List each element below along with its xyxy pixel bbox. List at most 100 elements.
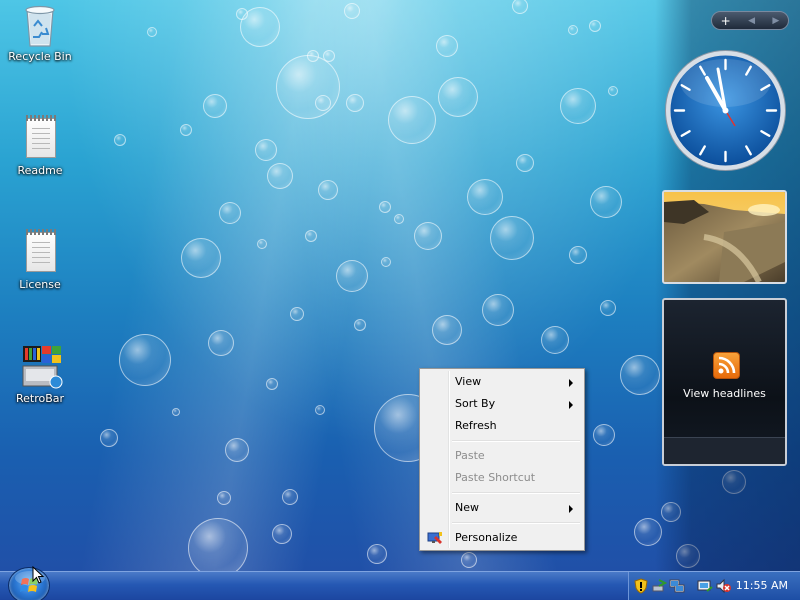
wallpaper-bubble [414,222,442,250]
submenu-arrow-icon [569,379,573,387]
mouse-pointer-icon [32,566,45,584]
text-document-icon [20,115,60,162]
wallpaper-bubble [432,315,462,345]
wallpaper-bubble [490,216,534,260]
wallpaper-bubble [482,294,514,326]
wallpaper-bubble [147,27,157,37]
wallpaper-bubble [203,94,227,118]
menu-item-sort-by[interactable]: Sort By [422,393,582,415]
clock-gadget[interactable] [663,48,788,173]
rss-feed-icon [713,352,740,379]
taskbar: 11:55 AM [0,566,800,600]
wallpaper-bubble [225,438,249,462]
wallpaper-bubble [379,201,391,213]
menu-item-paste-shortcut: Paste Shortcut [422,467,582,489]
security-shield-icon[interactable] [633,578,649,594]
menu-item-label: Personalize [455,531,518,544]
desktop-icon-label: RetroBar [15,392,65,405]
menu-item-label: Paste [455,449,485,462]
wallpaper-bubble [290,307,304,321]
menu-item-view[interactable]: View [422,371,582,393]
recycle-bin-icon [20,2,60,48]
slideshow-gadget[interactable] [662,190,787,284]
wallpaper-bubble [560,88,596,124]
menu-separator [452,489,582,497]
taskbar-clock[interactable]: 11:55 AM [736,579,788,592]
wallpaper-bubble [354,319,366,331]
menu-item-label: View [455,375,482,388]
wallpaper-bubble [318,180,338,200]
wallpaper-bubble [394,214,404,224]
add-gadget-button[interactable]: + [721,15,731,27]
wallpaper-bubble [257,239,267,249]
wallpaper-bubble [114,134,126,146]
wallpaper-bubble [267,163,293,189]
previous-page-button[interactable]: ◀ [748,15,755,27]
wallpaper-bubble [620,355,660,395]
wallpaper-bubble [438,77,478,117]
safely-remove-hardware-icon[interactable] [651,578,668,594]
wallpaper-bubble [323,50,335,62]
wallpaper-bubble [255,139,277,161]
view-headlines-link[interactable]: View headlines [664,387,785,400]
wallpaper-bubble [307,50,319,62]
desktop-icon-label: Readme [17,164,63,177]
notification-area: 11:55 AM [628,572,800,600]
submenu-arrow-icon [569,505,573,513]
wallpaper-bubble [590,186,622,218]
wallpaper-bubble [467,179,503,215]
desktop-icon-label: Recycle Bin [8,50,72,63]
wallpaper-bubble [272,524,292,544]
wallpaper-bubble [381,257,391,267]
wallpaper-bubble [569,246,587,264]
volume-muted-icon[interactable] [715,578,731,594]
wallpaper-bubble [282,489,298,505]
next-page-button[interactable]: ▶ [772,15,779,27]
wallpaper-bubble [608,86,618,96]
wallpaper-bubble [181,238,221,278]
menu-item-new[interactable]: New [422,497,582,519]
desktop-icon-readme[interactable]: Readme [2,115,78,177]
desktop-icon-label: License [19,278,61,291]
wallpaper-bubble [461,552,477,568]
sidebar-controls: + ◀ ▶ [711,11,789,30]
wallpaper-bubble [315,95,331,111]
wallpaper-bubble [541,326,569,354]
wallpaper-bubble [219,202,241,224]
text-document-icon [20,229,60,276]
wallpaper-bubble [276,55,340,119]
wallpaper-bubble [188,518,248,571]
desktop-icon-retrobar[interactable]: RetroBar [2,344,78,405]
network-status-icon[interactable] [669,578,685,594]
beach-photo [664,192,785,282]
menu-item-refresh[interactable]: Refresh [422,415,582,437]
wallpaper-bubble [217,491,231,505]
desktop-icon-recycle-bin[interactable]: Recycle Bin [2,2,78,63]
wallpaper-bubble [593,424,615,446]
wallpaper-bubble [336,260,368,292]
desktop-icon-license[interactable]: License [2,229,78,291]
wallpaper-bubble [180,124,192,136]
submenu-arrow-icon [569,401,573,409]
analog-clock-face [665,50,786,171]
feed-headlines-gadget[interactable]: View headlines [662,298,787,466]
menu-item-label: Sort By [455,397,496,410]
personalize-icon [427,530,443,546]
wallpaper-bubble [346,94,364,112]
menu-item-paste: Paste [422,445,582,467]
retrobar-app-icon [20,344,63,390]
connectivity-icon[interactable] [697,578,713,594]
wallpaper-bubble [236,8,248,20]
wallpaper-bubble [100,429,118,447]
menu-item-label: New [455,501,479,514]
wallpaper-bubble [600,300,616,316]
wallpaper-bubble [266,378,278,390]
feed-gadget-footer [664,437,785,464]
wallpaper-bubble [344,3,360,19]
wallpaper-bubble [305,230,317,242]
desktop-context-menu: View Sort By Refresh Paste Paste Shortcu… [419,368,585,551]
wallpaper-bubble [436,35,458,57]
wallpaper-bubble [315,405,325,415]
menu-item-personalize[interactable]: Personalize [422,527,582,549]
wallpaper-bubble [119,334,171,386]
